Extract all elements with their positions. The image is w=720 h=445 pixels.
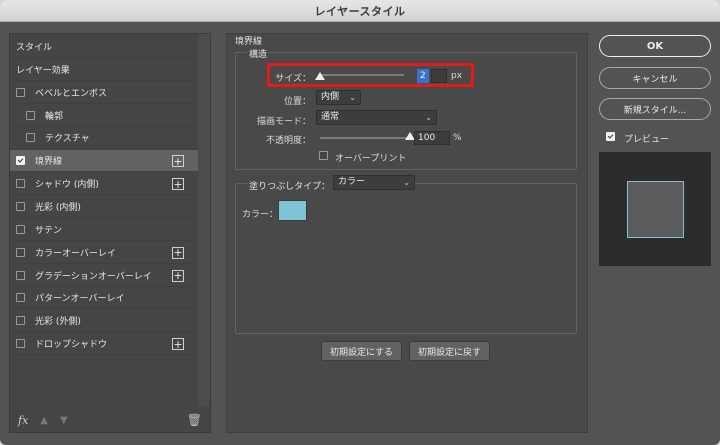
style-item-label: スタイル xyxy=(16,43,53,53)
move-down-icon[interactable]: ▼ xyxy=(60,415,68,426)
style-item[interactable]: サテン xyxy=(10,219,200,241)
opacity-label: 不透明度： xyxy=(265,136,311,146)
position-select[interactable]: 内側 ⌄ xyxy=(316,90,361,105)
style-item[interactable]: 光彩 (内側) xyxy=(10,196,200,218)
style-item-label: ドロップシャドウ xyxy=(35,340,108,351)
fill-type-value: カラー xyxy=(338,177,366,187)
preview-swatch xyxy=(627,181,684,238)
style-item-checkbox[interactable] xyxy=(26,133,35,143)
style-item-checkbox[interactable] xyxy=(16,224,25,234)
style-item-label: レイヤー効果 xyxy=(16,65,70,76)
preview-thumbnail xyxy=(599,152,711,266)
style-item[interactable]: 輪郭 xyxy=(10,105,200,127)
blend-mode-select[interactable]: 通常 ⌄ xyxy=(316,110,437,125)
styles-panel: スタイルレイヤー効果ベベルとエンボス輪郭テクスチャ境界線 + シャドウ (内側) + 光… xyxy=(9,33,211,433)
fill-type-select[interactable]: カラー ⌄ xyxy=(333,175,415,190)
style-item[interactable]: グラデーションオーバーレイ + xyxy=(10,265,200,287)
position-label: 位置： xyxy=(283,97,311,107)
style-item[interactable]: 光彩 (外側) xyxy=(10,310,200,333)
chevron-down-icon: ⌄ xyxy=(403,178,410,187)
style-item[interactable]: レイヤー効果 xyxy=(10,59,200,81)
style-item[interactable]: パターンオーバーレイ xyxy=(10,287,200,310)
style-item-checkbox[interactable] xyxy=(16,179,25,189)
fill-type-label: 塗りつぶしタイプ： xyxy=(247,179,333,192)
style-item[interactable]: 境界線 + xyxy=(10,150,200,173)
styles-scrollbar[interactable] xyxy=(198,34,210,406)
stroke-section-title: 境界線 xyxy=(235,37,263,47)
style-item[interactable]: シャドウ (内側) + xyxy=(10,173,200,196)
size-row-highlight xyxy=(267,63,474,87)
style-item-checkbox[interactable] xyxy=(16,201,25,211)
style-item-label: ベベルとエンボス xyxy=(35,88,108,99)
layer-style-dialog: レイヤースタイル スタイル レイヤー効果 ベベルとエンボス 輪郭 テクスチャ 境界線 + シャ… xyxy=(0,0,720,445)
blend-mode-label: 描画モード： xyxy=(256,117,311,127)
style-item-label: グラデーションオーバーレイ xyxy=(35,271,152,282)
dialog-title: レイヤースタイル xyxy=(314,4,406,18)
reset-default-button[interactable]: 初期設定に戻す xyxy=(409,341,490,361)
style-item-label: 境界線 xyxy=(35,157,63,168)
style-item-checkbox[interactable] xyxy=(16,87,25,97)
style-item-label: 光彩 (外側) xyxy=(35,317,81,328)
new-style-button[interactable]: 新規スタイル... xyxy=(599,98,711,120)
ok-button[interactable]: OK xyxy=(599,35,711,57)
move-up-icon[interactable]: ▲ xyxy=(40,415,48,426)
add-effect-icon[interactable]: + xyxy=(172,178,184,191)
chevron-down-icon: ⌄ xyxy=(349,93,356,102)
styles-footer: fx ▲ ▼ 🗑 xyxy=(10,408,210,432)
stroke-settings-panel: 境界線 構造 サイズ： 2 px 位置： 内側 ⌄ 描画モード： 通常 ⌄ 不透… xyxy=(226,33,588,433)
style-item[interactable]: テクスチャ xyxy=(10,127,200,150)
overprint-label: オーバープリント xyxy=(335,154,407,164)
style-item-checkbox[interactable] xyxy=(16,270,25,280)
position-value: 内側 xyxy=(321,92,340,102)
style-item-checkbox[interactable] xyxy=(16,293,25,303)
style-item-checkbox[interactable] xyxy=(16,339,25,349)
style-item-label: 光彩 (内側) xyxy=(35,202,81,213)
opacity-input[interactable]: 100 xyxy=(414,131,450,145)
add-effect-icon[interactable]: + xyxy=(172,269,184,282)
style-item-label: カラーオーバーレイ xyxy=(35,248,116,259)
style-item[interactable]: ベベルとエンボス xyxy=(10,82,200,104)
opacity-unit: % xyxy=(453,133,462,143)
style-item-checkbox[interactable] xyxy=(16,156,25,166)
style-item[interactable]: ドロップシャドウ + xyxy=(10,333,200,356)
style-item-checkbox[interactable] xyxy=(26,110,35,120)
preview-checkbox[interactable] xyxy=(606,132,615,141)
fx-icon[interactable]: fx xyxy=(18,414,28,427)
title-bar[interactable]: レイヤースタイル xyxy=(0,0,720,22)
style-item-checkbox[interactable] xyxy=(16,247,25,257)
cancel-button[interactable]: キャンセル xyxy=(599,67,711,89)
add-effect-icon[interactable]: + xyxy=(172,155,184,168)
make-default-button[interactable]: 初期設定にする xyxy=(321,341,402,361)
opacity-slider-track[interactable] xyxy=(320,137,410,139)
style-item-checkbox[interactable] xyxy=(16,316,25,326)
overprint-checkbox[interactable] xyxy=(319,151,328,160)
color-label: カラー： xyxy=(242,210,279,220)
preview-label: プレビュー xyxy=(624,135,670,145)
add-effect-icon[interactable]: + xyxy=(172,246,184,259)
style-item-label: サテン xyxy=(35,225,63,236)
style-item[interactable]: カラーオーバーレイ + xyxy=(10,242,200,264)
style-item[interactable]: スタイル xyxy=(10,36,200,58)
structure-title: 構造 xyxy=(247,47,270,60)
style-item-label: 輪郭 xyxy=(45,111,64,122)
blend-mode-value: 通常 xyxy=(321,112,340,122)
chevron-down-icon: ⌄ xyxy=(425,113,432,122)
trash-icon[interactable]: 🗑 xyxy=(187,413,202,427)
stroke-color-swatch[interactable] xyxy=(278,200,307,221)
style-item-label: パターンオーバーレイ xyxy=(35,294,125,305)
style-item-label: シャドウ (内側) xyxy=(35,180,99,191)
style-item-label: テクスチャ xyxy=(45,134,90,145)
add-effect-icon[interactable]: + xyxy=(172,338,184,351)
